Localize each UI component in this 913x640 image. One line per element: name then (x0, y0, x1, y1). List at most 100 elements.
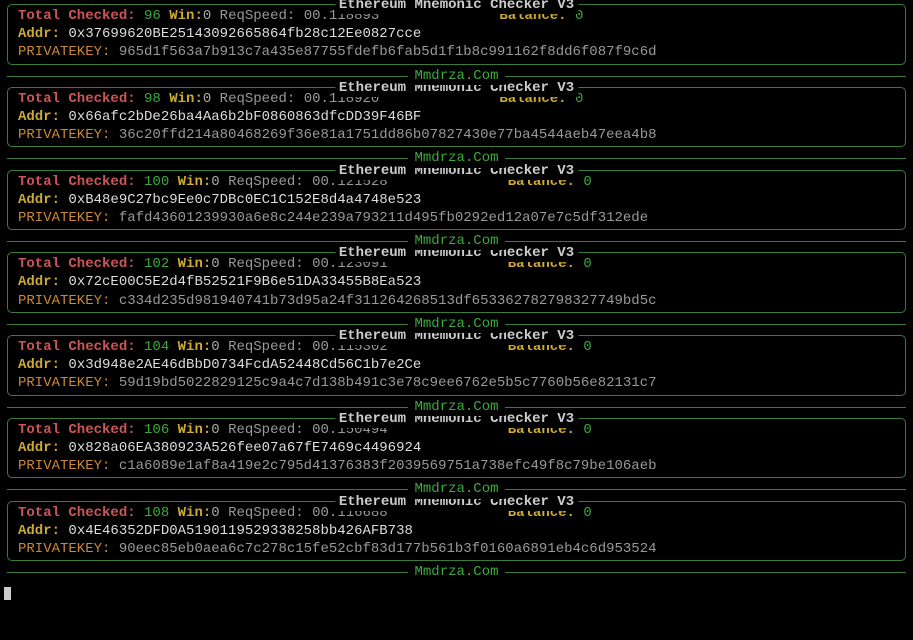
value-total-checked: 96 (144, 8, 161, 24)
footer-text: Mmdrza.Com (408, 149, 504, 167)
block-title-text: Ethereum Mnemonic Checker V3 (339, 0, 574, 13)
block-footer: Mmdrza.Com (7, 563, 906, 581)
checker-block: Ethereum Mnemonic Checker V3Total Checke… (7, 87, 906, 148)
value-privatekey: c334d235d981940741b73d95a24f311264268513… (119, 293, 657, 309)
value-privatekey: 36c20ffd214a80468269f36e81a1751dd86b0782… (119, 127, 657, 143)
checker-block: Ethereum Mnemonic Checker V3Total Checke… (7, 501, 906, 562)
block-title: Ethereum Mnemonic Checker V3 (335, 0, 578, 14)
privatekey-line: PRIVATEKEY: 59d19bd5022829125c9a4c7d138b… (18, 374, 895, 392)
value-privatekey: 965d1f563a7b913c7a435e87755fdefb6fab5d1f… (119, 44, 657, 60)
label-privatekey: PRIVATEKEY: (18, 44, 119, 60)
value-addr: 0x3d948e2AE46dBbD0734FcdA52448Cd56C1b7e2… (68, 357, 421, 373)
label-addr: Addr: (18, 523, 68, 539)
checker-block: Ethereum Mnemonic Checker V3Total Checke… (7, 170, 906, 231)
label-total-checked: Total Checked: (18, 8, 144, 24)
label-win: Win: (178, 339, 212, 355)
label-addr: Addr: (18, 192, 68, 208)
cursor (4, 587, 11, 600)
addr-line: Addr: 0x66afc2bDe26ba4Aa6b2bF0860863dfcD… (18, 108, 895, 126)
value-balance: 0 (583, 339, 591, 355)
label-privatekey: PRIVATEKEY: (18, 127, 119, 143)
label-reqspeed: ReqSpeed: (228, 422, 312, 438)
label-total-checked: Total Checked: (18, 422, 144, 438)
value-total-checked: 106 (144, 422, 169, 438)
checker-block: Ethereum Mnemonic Checker V3Total Checke… (7, 252, 906, 313)
value-win: 0 (203, 91, 211, 107)
value-win: 0 (211, 505, 219, 521)
privatekey-line: PRIVATEKEY: 965d1f563a7b913c7a435e87755f… (18, 43, 895, 61)
footer-text: Mmdrza.Com (408, 480, 504, 498)
value-privatekey: fafd43601239930a6e8c244e239a793211d495fb… (119, 210, 648, 226)
label-privatekey: PRIVATEKEY: (18, 375, 119, 391)
value-win: 0 (203, 8, 211, 24)
footer-text: Mmdrza.Com (408, 67, 504, 85)
value-privatekey: c1a6089e1af8a419e2c795d41376383f20395697… (119, 458, 657, 474)
privatekey-line: PRIVATEKEY: 90eec85eb0aea6c7c278c15fe52c… (18, 540, 895, 558)
block-footer: Mmdrza.Com (7, 67, 906, 85)
label-privatekey: PRIVATEKEY: (18, 210, 119, 226)
checker-block: Ethereum Mnemonic Checker V3Total Checke… (7, 4, 906, 65)
label-total-checked: Total Checked: (18, 505, 144, 521)
block-footer: Mmdrza.Com (7, 398, 906, 416)
label-win: Win: (178, 256, 212, 272)
block-footer: Mmdrza.Com (7, 232, 906, 250)
label-total-checked: Total Checked: (18, 339, 144, 355)
label-win: Win: (178, 174, 212, 190)
label-privatekey: PRIVATEKEY: (18, 541, 119, 557)
label-addr: Addr: (18, 26, 68, 42)
value-addr: 0x37699620BE25143092665864fb28c12Ee0827c… (68, 26, 421, 42)
terminal-output: Ethereum Mnemonic Checker V3Total Checke… (2, 4, 911, 581)
label-win: Win: (169, 8, 203, 24)
label-total-checked: Total Checked: (18, 174, 144, 190)
value-total-checked: 104 (144, 339, 169, 355)
value-balance: 0 (583, 422, 591, 438)
label-total-checked: Total Checked: (18, 256, 144, 272)
value-addr: 0xB48e9C27bc9Ee0c7DBc0EC1C152E8d4a4748e5… (68, 192, 421, 208)
label-total-checked: Total Checked: (18, 91, 144, 107)
footer-text: Mmdrza.Com (408, 315, 504, 333)
addr-line: Addr: 0x828a06EA380923A526fee07a67fE7469… (18, 439, 895, 457)
footer-text: Mmdrza.Com (408, 563, 504, 581)
addr-line: Addr: 0x37699620BE25143092665864fb28c12E… (18, 25, 895, 43)
label-reqspeed: ReqSpeed: (228, 505, 312, 521)
footer-text: Mmdrza.Com (408, 232, 504, 250)
label-privatekey: PRIVATEKEY: (18, 458, 119, 474)
value-total-checked: 102 (144, 256, 169, 272)
value-win: 0 (211, 422, 219, 438)
value-win: 0 (211, 339, 219, 355)
value-privatekey: 59d19bd5022829125c9a4c7d138b491c3e78c9ee… (119, 375, 657, 391)
label-reqspeed: ReqSpeed: (228, 339, 312, 355)
value-win: 0 (211, 256, 219, 272)
checker-block: Ethereum Mnemonic Checker V3Total Checke… (7, 335, 906, 396)
value-balance: 0 (583, 174, 591, 190)
privatekey-line: PRIVATEKEY: 36c20ffd214a80468269f36e81a1… (18, 126, 895, 144)
value-balance: 0 (583, 256, 591, 272)
value-total-checked: 98 (144, 91, 161, 107)
block-footer: Mmdrza.Com (7, 315, 906, 333)
label-privatekey: PRIVATEKEY: (18, 293, 119, 309)
label-reqspeed: ReqSpeed: (220, 8, 304, 24)
addr-line: Addr: 0xB48e9C27bc9Ee0c7DBc0EC1C152E8d4a… (18, 191, 895, 209)
label-addr: Addr: (18, 440, 68, 456)
value-addr: 0x66afc2bDe26ba4Aa6b2bF0860863dfcDD39F46… (68, 109, 421, 125)
label-addr: Addr: (18, 274, 68, 290)
value-addr: 0x4E46352DFD0A5190119529338258bb426AFB73… (68, 523, 412, 539)
privatekey-line: PRIVATEKEY: c1a6089e1af8a419e2c795d41376… (18, 457, 895, 475)
footer-text: Mmdrza.Com (408, 398, 504, 416)
label-win: Win: (178, 422, 212, 438)
label-addr: Addr: (18, 357, 68, 373)
label-win: Win: (178, 505, 212, 521)
block-footer: Mmdrza.Com (7, 149, 906, 167)
value-privatekey: 90eec85eb0aea6c7c278c15fe52cbf83d177b561… (119, 541, 657, 557)
checker-block: Ethereum Mnemonic Checker V3Total Checke… (7, 418, 906, 479)
addr-line: Addr: 0x72cE00C5E2d4fB52521F9B6e51DA3345… (18, 273, 895, 291)
privatekey-line: PRIVATEKEY: fafd43601239930a6e8c244e239a… (18, 209, 895, 227)
block-footer: Mmdrza.Com (7, 480, 906, 498)
label-reqspeed: ReqSpeed: (220, 91, 304, 107)
value-total-checked: 100 (144, 174, 169, 190)
value-balance: 0 (583, 505, 591, 521)
addr-line: Addr: 0x3d948e2AE46dBbD0734FcdA52448Cd56… (18, 356, 895, 374)
label-addr: Addr: (18, 109, 68, 125)
value-total-checked: 108 (144, 505, 169, 521)
value-addr: 0x72cE00C5E2d4fB52521F9B6e51DA33455B8Ea5… (68, 274, 421, 290)
